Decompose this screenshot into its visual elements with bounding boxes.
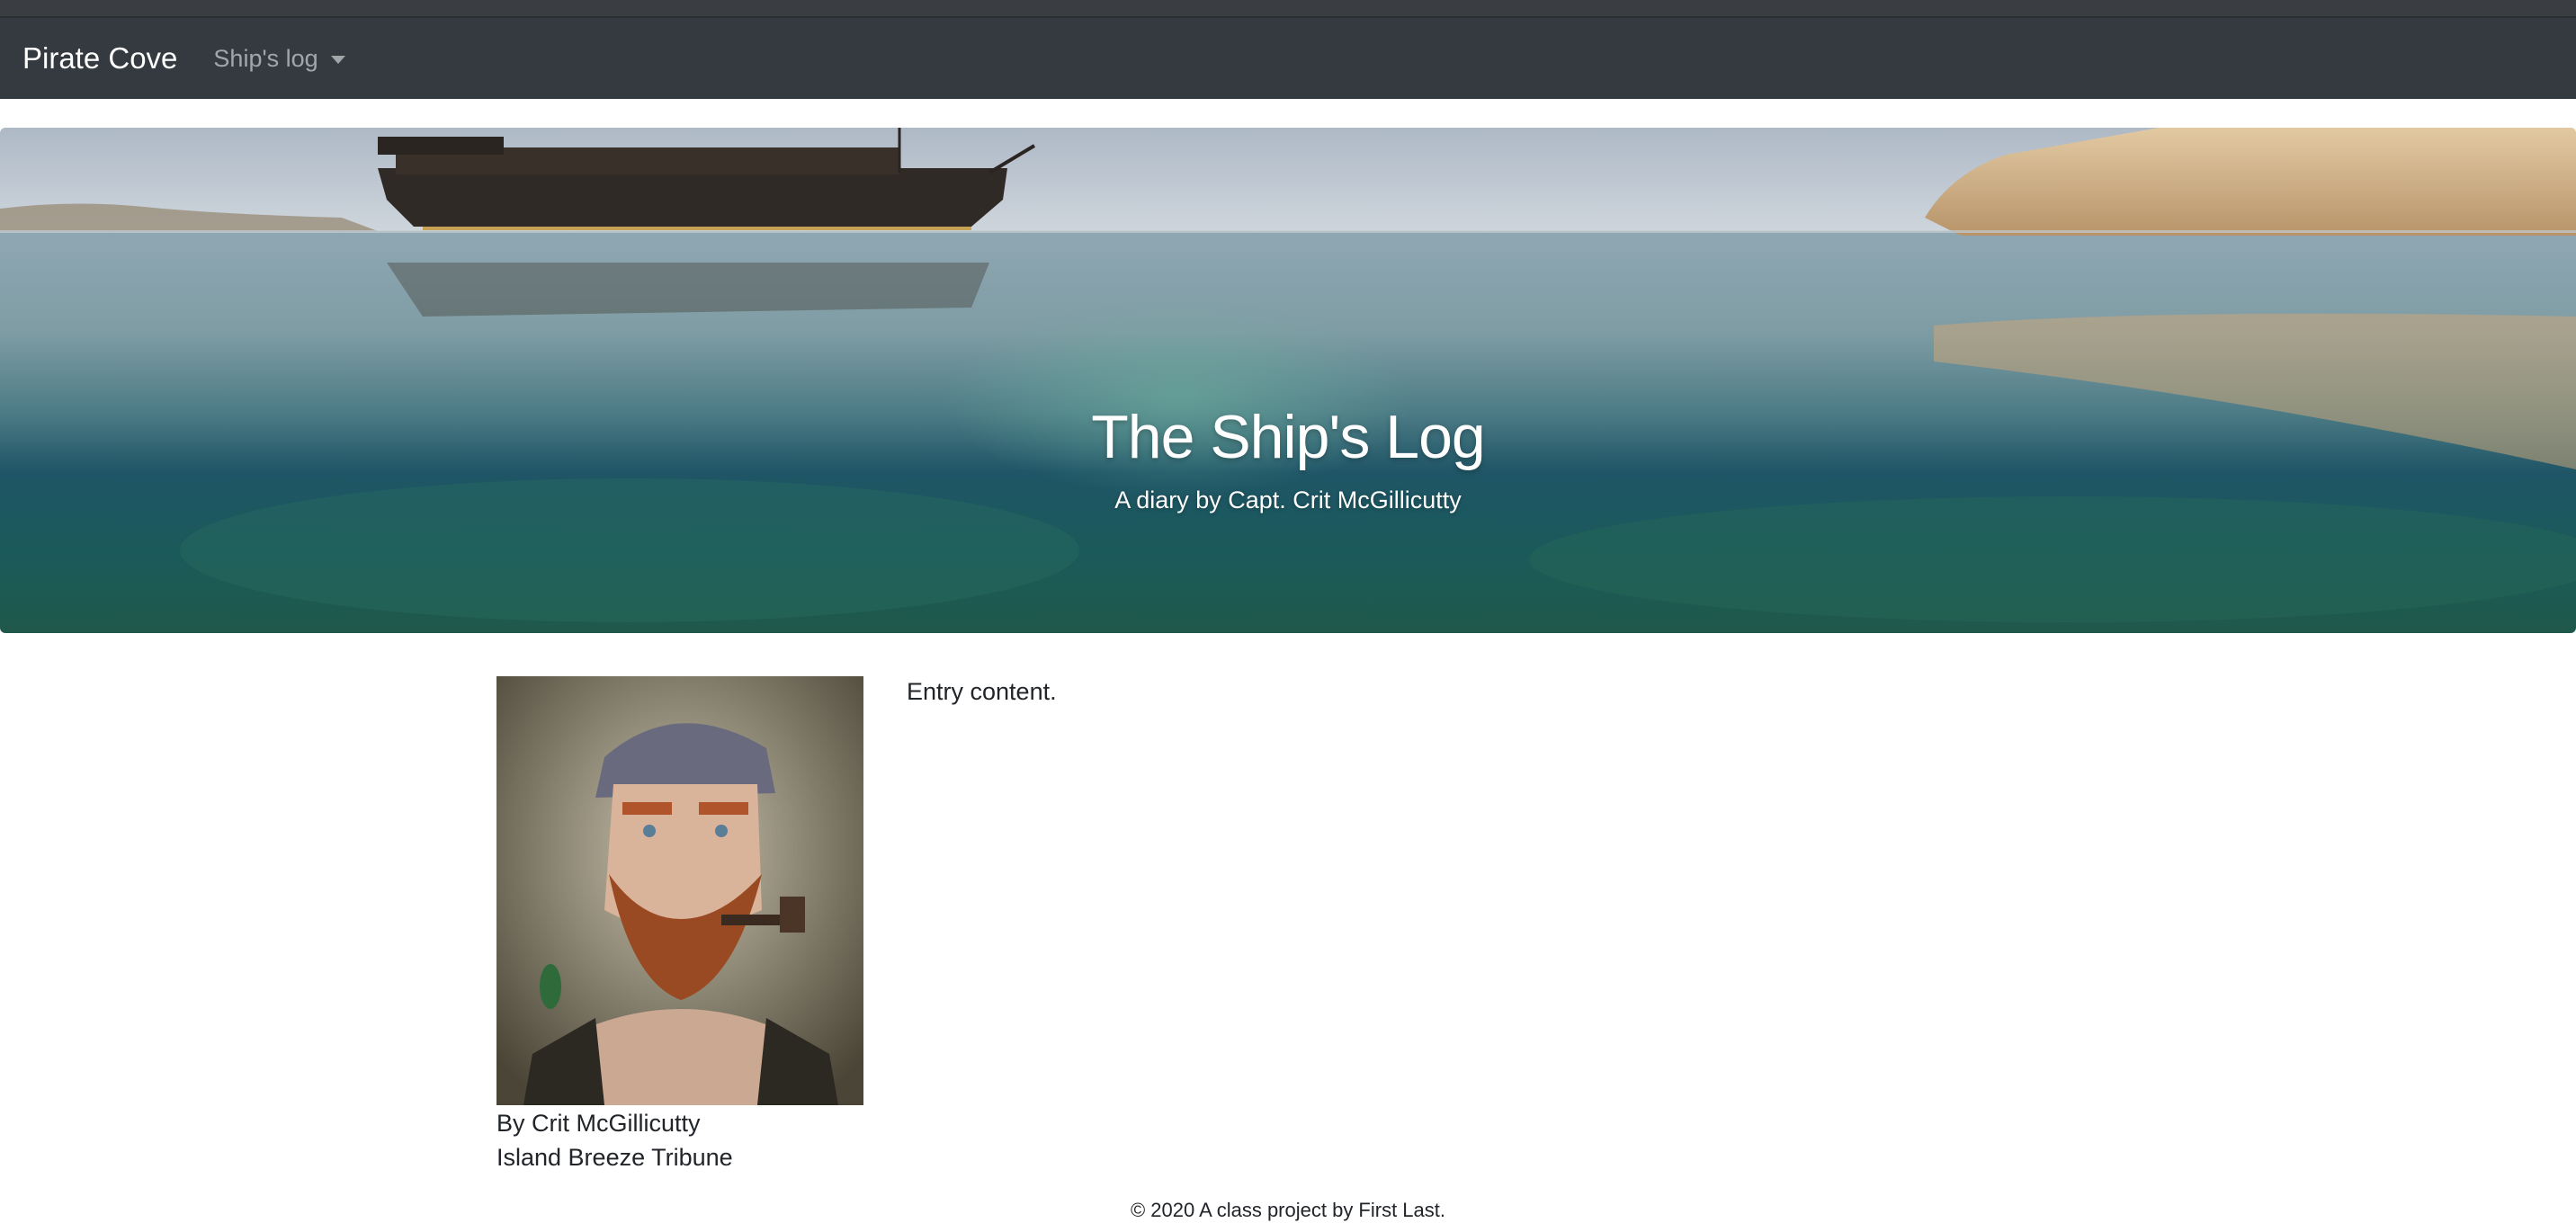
author-portrait bbox=[496, 676, 863, 1105]
publication-name: Island Breeze Tribune bbox=[496, 1144, 733, 1171]
navbar-brand[interactable]: Pirate Cove bbox=[22, 41, 177, 76]
hero-title: The Ship's Log bbox=[1091, 403, 1485, 471]
entry-content: Entry content. bbox=[907, 678, 1057, 705]
caret-down-icon bbox=[330, 55, 345, 64]
ships-log-dropdown[interactable]: Ship's log bbox=[213, 44, 345, 73]
hero-text-block: The Ship's Log A diary by Capt. Crit McG… bbox=[0, 128, 2576, 633]
navbar: Pirate Cove Ship's log bbox=[0, 18, 2576, 99]
footer: © 2020 A class project by First Last. bbox=[0, 1199, 2576, 1222]
entry-section: By Crit McGillicutty Island Breeze Tribu… bbox=[496, 676, 2080, 1180]
footer-text: © 2020 A class project by First Last. bbox=[1130, 1199, 1446, 1221]
hero-banner: The Ship's Log A diary by Capt. Crit McG… bbox=[0, 128, 2576, 633]
hero-subtitle: A diary by Capt. Crit McGillicutty bbox=[1114, 487, 1462, 513]
browser-top-strip bbox=[0, 0, 2576, 18]
ships-log-dropdown-label: Ship's log bbox=[213, 44, 318, 72]
author-name: By Crit McGillicutty bbox=[496, 1110, 701, 1137]
author-byline: By Crit McGillicutty Island Breeze Tribu… bbox=[496, 1106, 733, 1174]
